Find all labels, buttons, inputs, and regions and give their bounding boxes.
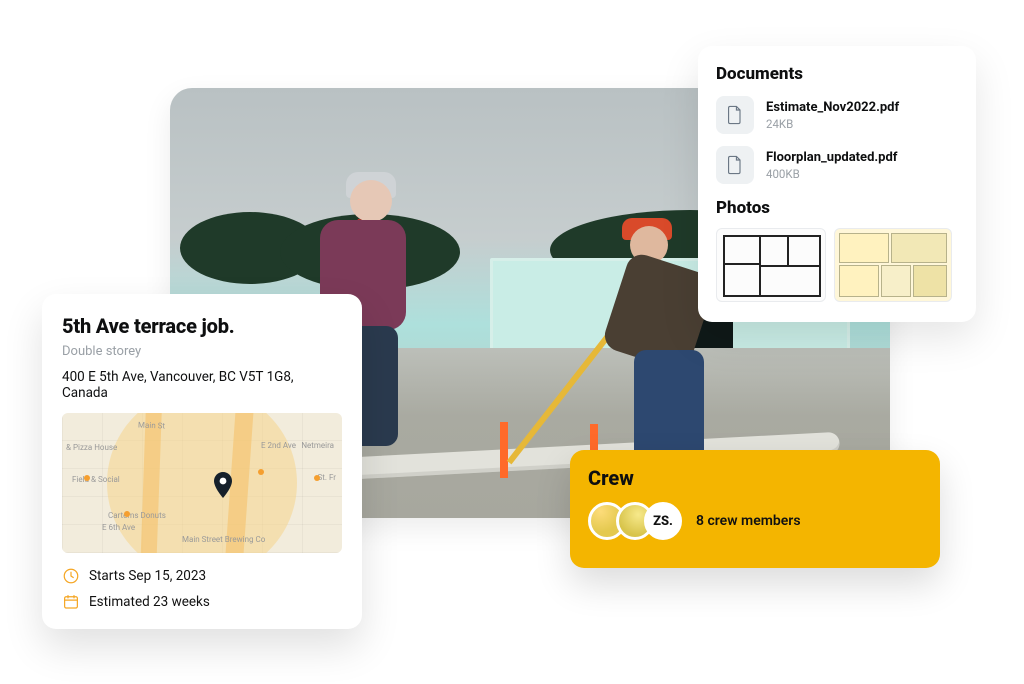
job-title: 5th Ave terrace job. — [62, 314, 342, 338]
map-poi-label: & Pizza House — [66, 443, 117, 452]
map-poi-label: Netmeira — [301, 441, 334, 450]
crew-count-label: 8 crew members — [696, 513, 801, 529]
job-start-row: Starts Sep 15, 2023 — [62, 567, 342, 585]
document-size: 400KB — [766, 167, 897, 181]
photos-heading: Photos — [716, 198, 958, 218]
documents-card: Documents Estimate_Nov2022.pdf 24KB Floo… — [698, 46, 976, 322]
map-poi-label: Field & Social — [72, 475, 120, 484]
calendar-icon — [62, 593, 80, 611]
photos-strip — [716, 228, 958, 314]
job-details-card: 5th Ave terrace job. Double storey 400 E… — [42, 294, 362, 629]
map-street-label: Main St — [138, 421, 165, 431]
crew-card[interactable]: Crew ZS. 8 crew members — [570, 450, 940, 568]
job-map[interactable]: & Pizza House Field & Social Cartems Don… — [62, 413, 342, 553]
file-icon — [716, 96, 754, 134]
document-name: Floorplan_updated.pdf — [766, 150, 897, 165]
job-address: 400 E 5th Ave, Vancouver, BC V5T 1G8, Ca… — [62, 369, 342, 401]
documents-heading: Documents — [716, 64, 958, 84]
map-poi-label: Cartems Donuts — [108, 511, 166, 520]
map-poi-label: St. Fr — [318, 473, 337, 482]
photo-thumbnail[interactable] — [716, 228, 826, 302]
file-icon — [716, 146, 754, 184]
crew-avatars: ZS. — [588, 502, 682, 540]
document-row[interactable]: Floorplan_updated.pdf 400KB — [716, 146, 958, 184]
map-street-label: E 2nd Ave — [261, 441, 296, 450]
document-size: 24KB — [766, 117, 899, 131]
map-street-label: E 6th Ave — [102, 523, 135, 532]
job-start-label: Starts Sep 15, 2023 — [89, 568, 206, 584]
document-name: Estimate_Nov2022.pdf — [766, 100, 899, 115]
photo-thumbnail[interactable] — [834, 228, 952, 302]
job-subtype: Double storey — [62, 344, 342, 359]
avatar[interactable]: ZS. — [644, 502, 682, 540]
map-pin-icon — [213, 472, 233, 500]
job-estimate-row: Estimated 23 weeks — [62, 593, 342, 611]
map-poi-label: Main Street Brewing Co — [182, 535, 265, 544]
clock-icon — [62, 567, 80, 585]
crew-heading: Crew — [588, 466, 922, 490]
document-row[interactable]: Estimate_Nov2022.pdf 24KB — [716, 96, 958, 134]
job-estimate-label: Estimated 23 weeks — [89, 594, 210, 610]
